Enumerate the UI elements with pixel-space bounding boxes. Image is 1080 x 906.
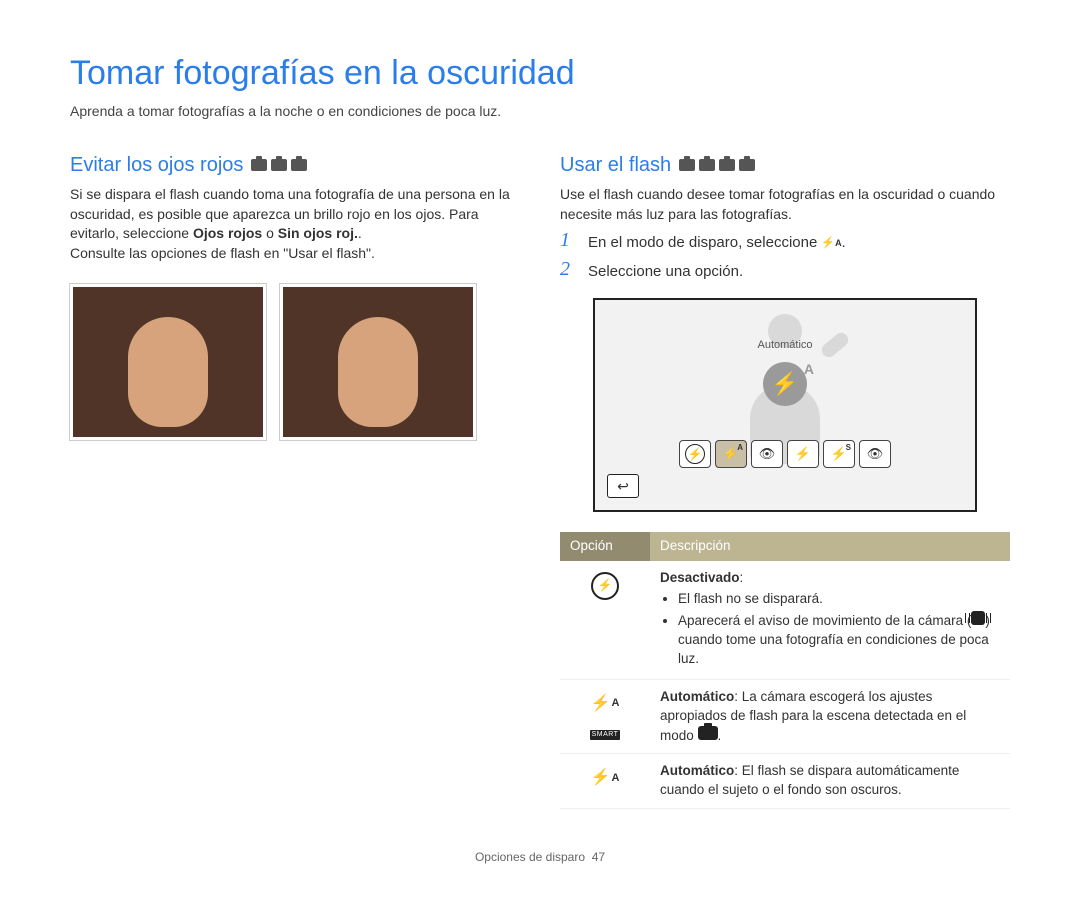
smart-label: SMART [590, 730, 621, 740]
page-title: Tomar fotografías en la oscuridad [70, 50, 1010, 98]
section-heading-redeye-text: Evitar los ojos rojos [70, 151, 243, 179]
smart-camera-icon [698, 726, 718, 740]
lcd-preview: Automático ⚡ A ⚡ ⚡A 👁 ⚡ ⚡S 👁 ↩ [593, 298, 977, 512]
flash-off-icon: ⚡ [591, 572, 619, 600]
row-flash-off-bullet-2: Aparecerá el aviso de movimiento de la c… [678, 611, 1000, 669]
row-title-flash-auto-smart: Automático [660, 689, 734, 704]
flash-option-redeye[interactable]: 👁 [751, 440, 783, 468]
camera-mode-icon [699, 159, 715, 171]
mode-icons-redeye [251, 159, 307, 171]
table-header-description: Descripción [650, 532, 1010, 561]
camera-mode-icon [719, 159, 735, 171]
step-1-trailing: . [841, 234, 845, 251]
flash-auto-smart-icon: ⚡A [591, 693, 620, 715]
step-number-2: 2 [560, 259, 576, 279]
row-title-flash-auto: Automático [660, 763, 734, 778]
camera-mode-icon [679, 159, 695, 171]
lcd-selected-icon: ⚡ A [754, 356, 816, 412]
flash-options-table: Opción Descripción ⚡ Desactivado: El fla… [560, 532, 1010, 809]
redeye-bold-1: Ojos rojos [193, 225, 262, 241]
section-heading-redeye: Evitar los ojos rojos [70, 151, 520, 179]
camera-mode-icon [251, 159, 267, 171]
step-2: 2 Seleccione una opción. [560, 259, 1010, 282]
step-1-text: En el modo de disparo, seleccione [588, 234, 817, 251]
camera-mode-icon [271, 159, 287, 171]
page-footer: Opciones de disparo 47 [70, 849, 1010, 866]
flash-option-redeye-fix[interactable]: 👁 [859, 440, 891, 468]
camera-shake-icon [971, 611, 985, 631]
row-trailing-flash-auto-smart: . [718, 728, 722, 743]
flash-option-fill[interactable]: ⚡ [787, 440, 819, 468]
sample-photo-redeye [70, 284, 266, 440]
table-row: ⚡A Automático: El flash se dispara autom… [560, 754, 1010, 809]
redeye-body: Si se dispara el flash cuando toma una f… [70, 185, 520, 263]
flash-icon: ⚡ [763, 362, 807, 406]
row-desc-flash-auto: Automático: El flash se dispara automáti… [650, 754, 1010, 809]
table-row: ⚡A SMART Automático: La cámara escogerá … [560, 679, 1010, 754]
row-flash-off-bullet-1: El flash no se disparará. [678, 590, 1000, 609]
redeye-p2: Consulte las opciones de flash en "Usar … [70, 245, 375, 261]
camera-mode-icon [739, 159, 755, 171]
footer-section: Opciones de disparo [475, 850, 585, 864]
footer-page: 47 [592, 850, 605, 864]
mode-icons-flash [679, 159, 755, 171]
camera-mode-icon [291, 159, 307, 171]
step-number-1: 1 [560, 230, 576, 250]
table-row: ⚡ Desactivado: El flash no se disparará.… [560, 561, 1010, 679]
row-icon-flash-auto: ⚡A [560, 754, 650, 809]
redeye-end: . [358, 225, 362, 241]
redeye-mid: o [262, 225, 278, 241]
step-text-1: En el modo de disparo, seleccione ⚡A. [588, 230, 846, 253]
table-header-option: Opción [560, 532, 650, 561]
row-icon-flash-off: ⚡ [560, 561, 650, 679]
left-column: Evitar los ojos rojos Si se dispara el f… [70, 151, 520, 809]
flash-auto-icon: ⚡A [591, 767, 620, 789]
lcd-back-button[interactable]: ↩ [607, 474, 639, 498]
flash-auto-inline-icon: ⚡A [821, 236, 841, 250]
step-text-2: Seleccione una opción. [588, 259, 743, 282]
redeye-bold-2: Sin ojos roj. [278, 225, 358, 241]
row-desc-flash-auto-smart: Automático: La cámara escogerá los ajust… [650, 679, 1010, 754]
flash-option-off[interactable]: ⚡ [679, 440, 711, 468]
step-1: 1 En el modo de disparo, seleccione ⚡A. [560, 230, 1010, 253]
flash-intro: Use el flash cuando desee tomar fotograf… [560, 185, 1010, 224]
sample-photo-fixed [280, 284, 476, 440]
page-subtitle: Aprenda a tomar fotografías a la noche o… [70, 102, 1010, 122]
section-heading-flash-text: Usar el flash [560, 151, 671, 179]
lcd-selected-label: Automático [757, 338, 812, 353]
right-column: Usar el flash Use el flash cuando desee … [560, 151, 1010, 809]
section-heading-flash: Usar el flash [560, 151, 1010, 179]
row-posttitle-flash-off: : [740, 570, 744, 585]
example-photo-row [70, 284, 520, 440]
flash-auto-a-label: A [804, 360, 814, 380]
row-desc-flash-off: Desactivado: El flash no se disparará. A… [650, 561, 1010, 679]
row-icon-flash-auto-smart: ⚡A SMART [560, 679, 650, 754]
row-title-flash-off: Desactivado [660, 570, 740, 585]
flash-option-strip: ⚡ ⚡A 👁 ⚡ ⚡S 👁 [679, 440, 891, 468]
flash-option-auto[interactable]: ⚡A [715, 440, 747, 468]
flash-option-slow[interactable]: ⚡S [823, 440, 855, 468]
